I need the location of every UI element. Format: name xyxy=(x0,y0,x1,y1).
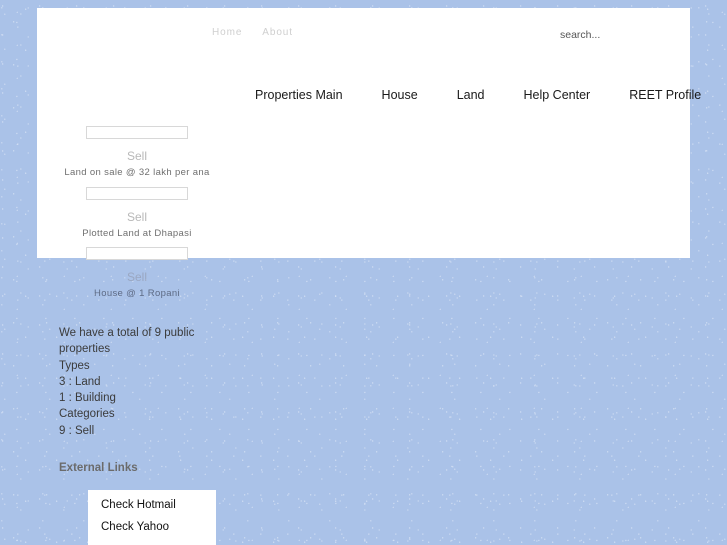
dropdown-item-check-yahoo[interactable]: Check Yahoo xyxy=(88,516,216,538)
stat-line: Categories xyxy=(59,408,115,421)
stat-line: 1 : Building xyxy=(59,392,116,405)
nav-item-reet-profile[interactable]: REET Profile xyxy=(629,88,701,102)
search-area xyxy=(560,25,680,43)
listing-thumbnail-placeholder xyxy=(86,186,188,200)
listing-thumbnail-placeholder xyxy=(86,126,188,139)
top-utility-nav: Home About xyxy=(212,27,293,38)
stat-line: We have a total of 9 public xyxy=(59,327,195,339)
listing-item[interactable]: Sell House @ 1 Ropani xyxy=(37,247,237,299)
main-nav: Properties Main House Land Help Center R… xyxy=(255,88,701,102)
nav-item-house[interactable]: House xyxy=(382,88,418,102)
stat-line: 3 : Land xyxy=(59,375,101,388)
listing-item[interactable]: Sell Plotted Land at Dhapasi xyxy=(37,186,237,239)
listing-thumbnail-placeholder xyxy=(86,247,188,260)
listing-description: House @ 1 Ropani xyxy=(93,288,180,299)
top-nav-item-home[interactable]: Home xyxy=(212,27,242,38)
nav-item-properties-main[interactable]: Properties Main xyxy=(255,88,343,102)
search-input[interactable] xyxy=(560,29,680,41)
property-listings: Sell Land on sale @ 32 lakh per ana Sell… xyxy=(37,126,237,299)
listing-category-link[interactable]: Sell xyxy=(37,211,237,223)
external-links-dropdown: Check Hotmail Check Yahoo xyxy=(88,490,216,545)
nav-item-help-center[interactable]: Help Center xyxy=(524,88,591,102)
external-links-heading: External Links xyxy=(59,462,138,474)
listing-description: Plotted Land at Dhapasi xyxy=(82,227,192,239)
listing-category-link[interactable]: Sell xyxy=(37,271,237,283)
stat-line: 9 : Sell xyxy=(59,424,95,437)
dropdown-item-check-hotmail[interactable]: Check Hotmail xyxy=(88,494,216,516)
listing-description: Land on sale @ 32 lakh per ana xyxy=(64,167,210,178)
stat-line: Types xyxy=(59,359,90,372)
listing-item[interactable]: Sell Land on sale @ 32 lakh per ana xyxy=(37,126,237,178)
nav-item-land[interactable]: Land xyxy=(457,88,485,102)
stat-line: properties xyxy=(59,343,111,356)
property-statistics: We have a total of 9 public properties T… xyxy=(59,325,289,439)
listing-category-link[interactable]: Sell xyxy=(37,150,237,162)
top-nav-item-about[interactable]: About xyxy=(262,27,293,38)
